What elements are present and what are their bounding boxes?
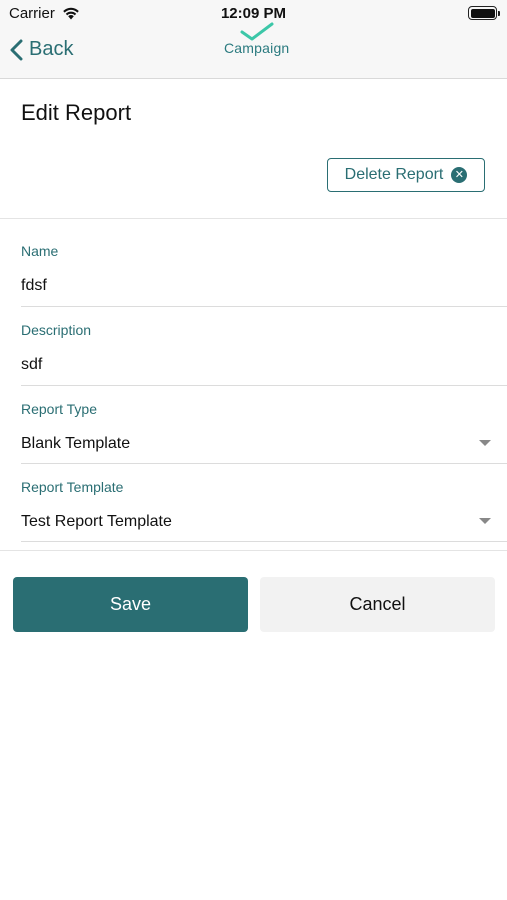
name-label: Name	[21, 243, 59, 259]
page-title: Edit Report	[21, 100, 132, 125]
report-type-dropdown[interactable]: Report Type Blank Template	[21, 394, 507, 464]
name-field[interactable]: Name fdsf	[21, 236, 507, 307]
description-field[interactable]: Description sdf	[21, 315, 507, 386]
caret-down-icon	[479, 518, 491, 524]
description-input[interactable]: sdf	[21, 356, 42, 374]
campaign-logo: Campaign	[224, 22, 290, 66]
battery-icon	[468, 6, 500, 20]
report-type-label: Report Type	[21, 401, 98, 417]
report-template-value[interactable]: Test Report Template	[21, 513, 172, 531]
close-circle-icon: ✕	[451, 167, 468, 183]
divider	[0, 550, 507, 551]
divider	[0, 218, 507, 219]
caret-down-icon	[479, 440, 491, 446]
report-type-value[interactable]: Blank Template	[21, 435, 130, 453]
save-label: Save	[109, 594, 152, 614]
navigation-bar: Back Campaign	[0, 22, 507, 79]
report-template-label: Report Template	[21, 479, 124, 495]
chevron-left-icon	[10, 39, 23, 60]
back-label: Back	[29, 38, 74, 60]
logo-text: Campaign	[224, 40, 290, 56]
name-input[interactable]: fdsf	[21, 277, 47, 295]
back-button[interactable]: Back	[10, 38, 73, 61]
status-time: 12:09 PM	[220, 5, 287, 22]
checkmark-icon	[240, 22, 274, 41]
report-template-dropdown[interactable]: Report Template Test Report Template	[21, 472, 507, 542]
description-label: Description	[21, 322, 92, 338]
cancel-button[interactable]: Cancel	[260, 577, 495, 632]
save-button[interactable]: Save	[13, 577, 248, 632]
delete-report-button[interactable]: Delete Report ✕	[327, 158, 485, 192]
cancel-label: Cancel	[349, 594, 406, 614]
delete-report-label: Delete Report	[344, 166, 444, 183]
